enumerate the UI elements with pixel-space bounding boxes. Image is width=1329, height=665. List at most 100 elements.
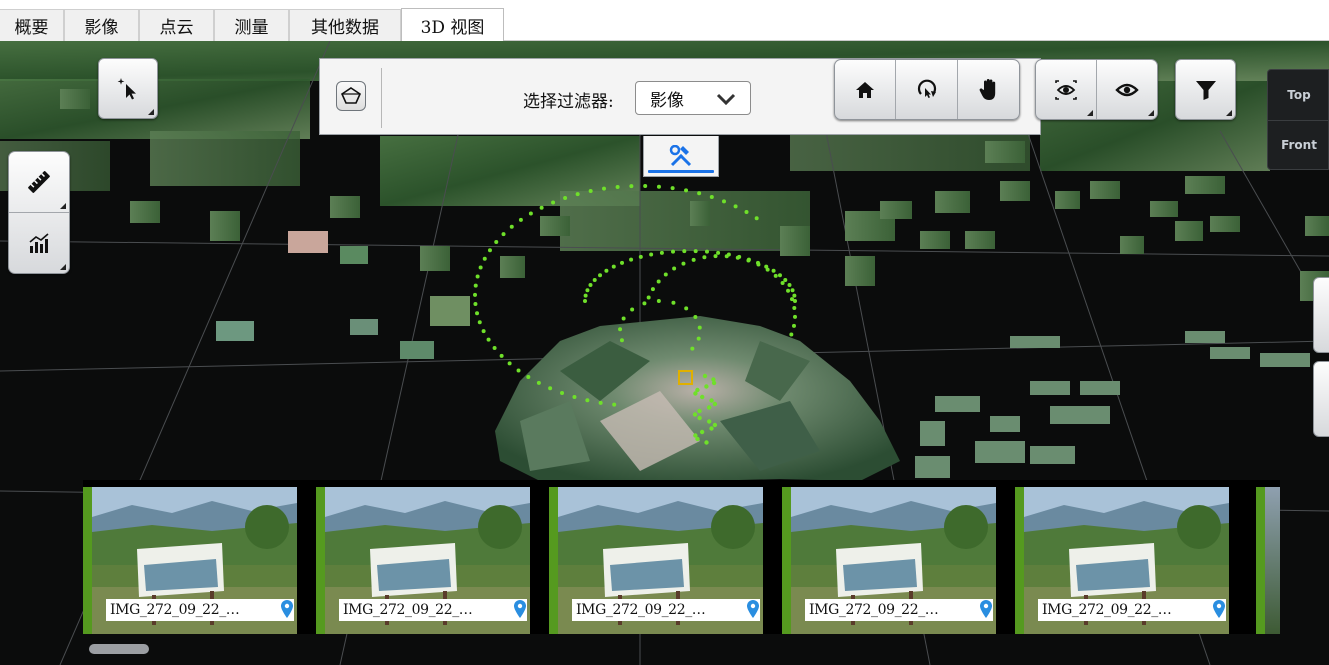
camera-point	[473, 302, 478, 307]
image-caption: IMG_272_09_22_…	[805, 599, 993, 621]
camera-point	[475, 274, 480, 279]
camera-point	[630, 307, 635, 312]
tab-overview[interactable]: 概要	[0, 9, 64, 41]
tab-measure[interactable]: 测量	[214, 9, 289, 41]
filmstrip-scrollbar[interactable]	[89, 644, 149, 654]
focus-view-button[interactable]	[1036, 60, 1097, 119]
orbit-button[interactable]	[896, 60, 958, 119]
camera-point	[536, 380, 541, 385]
tab-images[interactable]: 影像	[64, 9, 139, 41]
camera-point	[697, 191, 702, 196]
filter-selected-value: 影像	[650, 90, 684, 111]
camera-point	[692, 412, 698, 417]
camera-point	[656, 299, 661, 304]
location-pin-icon[interactable]	[514, 600, 526, 618]
measure-tool-button[interactable]	[9, 152, 69, 213]
view-cube-top[interactable]: Top	[1268, 70, 1329, 121]
image-thumbnail[interactable]: IMG_272_09_22_…	[782, 487, 996, 634]
camera-point	[560, 390, 565, 395]
tab-other-data[interactable]: 其他数据	[289, 9, 401, 41]
location-pin-icon[interactable]	[980, 600, 992, 618]
camera-point	[539, 205, 544, 210]
select-tool-button[interactable]	[98, 58, 158, 119]
tab-point-cloud[interactable]: 点云	[139, 9, 214, 41]
camera-point	[518, 217, 523, 222]
location-pin-icon[interactable]	[747, 600, 759, 618]
camera-point	[643, 184, 648, 189]
camera-point	[671, 249, 676, 254]
tab-bar: 概要 影像 点云 测量 其他数据 3D 视图	[0, 0, 1329, 42]
image-caption: IMG_272_09_22_…	[572, 599, 760, 621]
camera-point	[583, 293, 588, 298]
dropdown-corner	[148, 109, 154, 115]
camera-point	[704, 384, 709, 389]
polygon-filter-icon	[341, 87, 361, 104]
home-button[interactable]	[835, 60, 896, 119]
tools-tab[interactable]	[643, 136, 719, 177]
camera-point	[704, 249, 709, 254]
tab-3d-view[interactable]: 3D 视图	[401, 8, 504, 42]
camera-point	[711, 380, 717, 386]
camera-point	[746, 258, 751, 263]
image-filmstrip[interactable]: IMG_272_09_22_… IMG_272_09_22_… IMG_272_09…	[83, 480, 1280, 634]
funnel-icon	[1195, 80, 1216, 100]
image-thumbnail-partial[interactable]	[1256, 487, 1280, 634]
location-pin-icon[interactable]	[1213, 600, 1225, 618]
eye-focus-icon	[1054, 79, 1077, 100]
visibility-button[interactable]	[1097, 60, 1158, 119]
side-panel-button[interactable]	[1313, 277, 1329, 353]
polygon-filter-button[interactable]	[336, 81, 366, 111]
camera-point	[671, 300, 676, 305]
camera-point	[696, 336, 701, 341]
camera-point	[619, 338, 624, 343]
camera-point	[482, 256, 487, 261]
camera-point	[528, 211, 533, 216]
view-cube-front[interactable]: Front	[1268, 120, 1329, 170]
camera-point	[713, 254, 718, 259]
analysis-tool-group	[8, 151, 70, 274]
camera-point	[783, 278, 788, 283]
location-pin-icon[interactable]	[281, 600, 293, 618]
camera-point	[602, 186, 607, 191]
camera-point	[773, 273, 778, 278]
camera-point	[789, 332, 794, 337]
camera-point	[787, 283, 792, 288]
camera-point	[709, 398, 714, 403]
navigation-tool-group	[834, 59, 1020, 120]
side-panel-button-2[interactable]	[1313, 361, 1329, 437]
image-thumbnail[interactable]: IMG_272_09_22_…	[1015, 487, 1229, 634]
camera-point	[526, 374, 531, 379]
camera-point	[792, 293, 797, 298]
home-icon	[856, 81, 874, 98]
camera-point	[598, 400, 603, 405]
camera-point	[744, 209, 749, 214]
image-thumbnail[interactable]: IMG_272_09_22_…	[316, 487, 530, 634]
camera-point	[659, 250, 664, 255]
camera-point	[492, 345, 497, 350]
chart-tool-button[interactable]	[9, 213, 69, 274]
camera-point	[501, 232, 506, 237]
image-thumbnail[interactable]: IMG_272_09_22_…	[549, 487, 763, 634]
chevron-down-icon	[716, 93, 736, 105]
camera-point	[697, 415, 702, 421]
camera-point	[499, 353, 504, 358]
camera-point	[707, 419, 712, 424]
camera-point	[507, 361, 512, 366]
filter-label: 选择过滤器:	[523, 92, 614, 112]
camera-point	[712, 422, 718, 428]
camera-point	[716, 250, 721, 255]
camera-point	[572, 394, 577, 399]
pan-button[interactable]	[958, 60, 1019, 119]
filter-button[interactable]	[1175, 59, 1236, 120]
camera-point	[583, 299, 587, 303]
3d-viewport[interactable]: 选择过滤器: 影像 Top Front IMG_272_09_22_… IMG_…	[0, 41, 1329, 665]
image-thumbnail[interactable]: IMG_272_09_22_…	[83, 487, 297, 634]
camera-point	[604, 268, 609, 273]
camera-point	[684, 188, 689, 193]
camera-point	[638, 254, 643, 259]
camera-point	[646, 295, 651, 300]
filter-select[interactable]: 影像	[635, 81, 751, 115]
camera-point	[649, 252, 654, 257]
camera-point	[693, 391, 698, 396]
camera-point	[481, 329, 486, 334]
